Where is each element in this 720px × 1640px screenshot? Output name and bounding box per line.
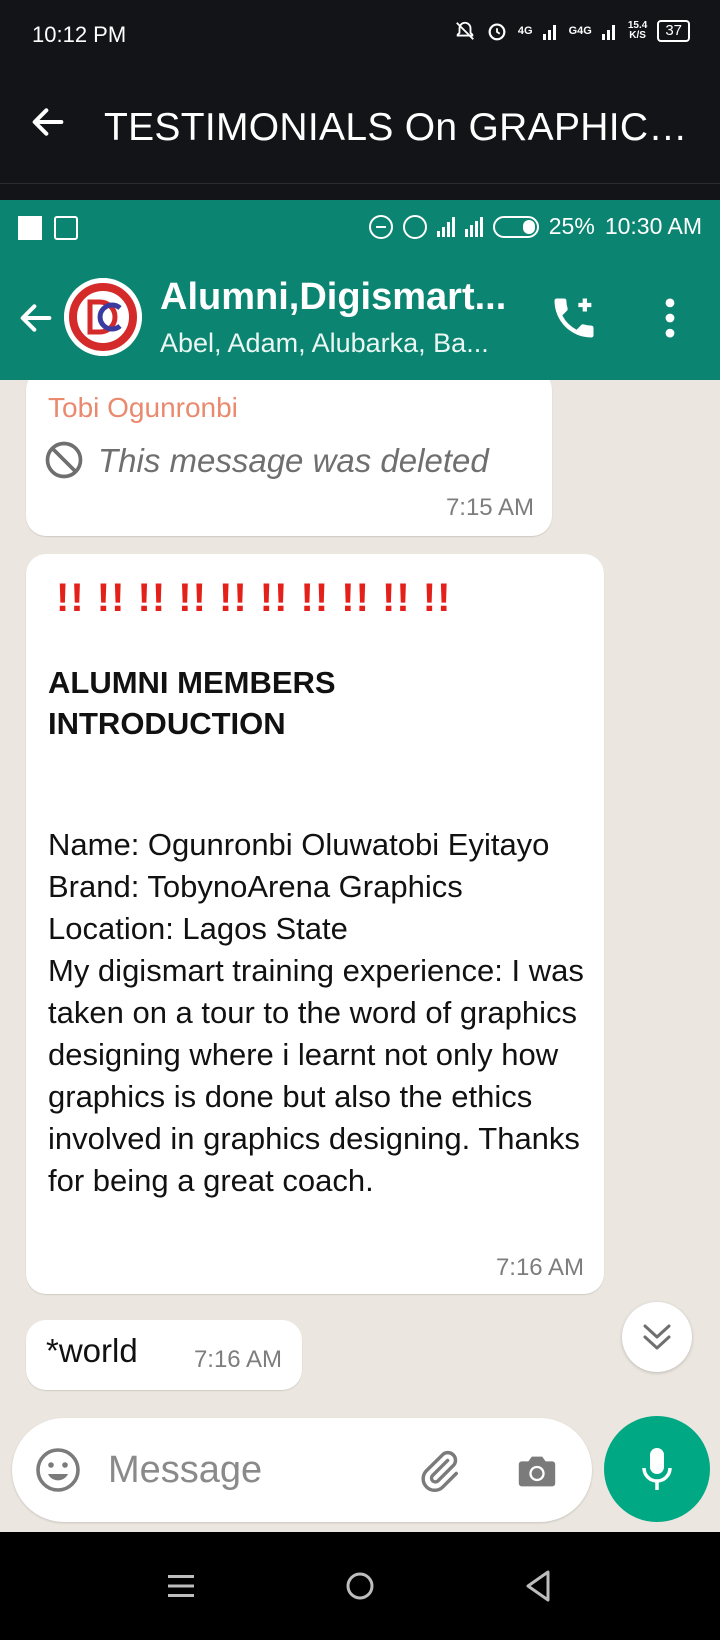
more-vert-icon[interactable] (652, 296, 688, 340)
camera-icon[interactable] (512, 1448, 562, 1494)
back-triangle-icon[interactable] (522, 1568, 554, 1604)
mic-icon (642, 1448, 672, 1490)
alarm-icon (402, 214, 427, 239)
outer-status-bar: 10:12 PM 4G G4G 15.4 K/S 37 (0, 0, 720, 72)
dc-logo-icon (64, 278, 142, 356)
battery-icon (492, 215, 539, 238)
add-call-icon[interactable] (548, 292, 600, 344)
screenshot-status-bar: 25% 10:30 AM (0, 200, 720, 256)
message-text: *world (46, 1332, 138, 1369)
message-line: Name: Ogunronbi Oluwatobi Eyitayo (48, 827, 550, 862)
status-time-inner: 10:30 AM (604, 213, 702, 239)
network-type-1: 4G (517, 24, 533, 37)
recent-apps-icon[interactable] (166, 1572, 196, 1600)
arrow-left-icon[interactable] (16, 298, 56, 338)
sender-name: Tobi Ogunronbi (48, 392, 238, 423)
arrow-left-icon[interactable] (28, 102, 68, 142)
alarm-icon (488, 23, 506, 41)
mute-notification-icon (456, 21, 474, 40)
message-input[interactable] (108, 1446, 388, 1494)
message-line: Brand: TobynoArena Graphics (48, 869, 463, 904)
message-bubble-deleted[interactable]: Tobi Ogunronbi This message was deleted … (26, 380, 552, 536)
group-members[interactable]: Abel, Adam, Alubarka, Ba... (160, 328, 520, 359)
signal-icon (436, 216, 455, 237)
system-nav-bar (0, 1532, 720, 1640)
deleted-message-text: This message was deleted (98, 442, 489, 479)
status-icons: 4G G4G 15.4 K/S 37 (454, 20, 690, 42)
divider (0, 184, 720, 200)
message-bubble-introduction[interactable]: !! !! !! !! !! !! !! !! !! !! ALUMNI MEM… (26, 554, 604, 1294)
signal-icon-2 (601, 25, 615, 40)
outer-app-bar: TESTIMONIALS On GRAPHICS DESIGN (0, 72, 720, 184)
status-time: 10:12 PM (32, 22, 127, 47)
message-composer (12, 1418, 592, 1522)
chat-header: Alumni,Digismart... Abel, Adam, Alubarka… (0, 256, 720, 380)
signal-icon-2 (464, 216, 483, 237)
page-title: TESTIMONIALS On GRAPHICS DESIGN (104, 106, 704, 149)
emoji-icon[interactable] (34, 1446, 82, 1494)
image-notification-icon (54, 216, 78, 240)
double-chevron-down-icon (643, 1324, 671, 1350)
group-avatar[interactable] (64, 278, 142, 356)
net-speed: 15.4 K/S (627, 20, 648, 41)
notification-square-icon (18, 216, 42, 240)
chat-area[interactable]: Tobi Ogunronbi This message was deleted … (0, 380, 720, 1532)
paperclip-icon[interactable] (414, 1448, 464, 1494)
message-time: 7:15 AM (445, 494, 534, 521)
scroll-to-bottom-button[interactable] (622, 1302, 692, 1372)
network-type-2: G4G (568, 24, 592, 37)
block-icon (45, 441, 83, 479)
battery-percent: 25% (548, 213, 595, 239)
signal-icon (542, 25, 556, 40)
battery-indicator: 37 (657, 20, 690, 42)
group-name[interactable]: Alumni,Digismart... (160, 276, 520, 319)
message-time: 7:16 AM (193, 1346, 282, 1373)
message-heading: ALUMNI MEMBERS INTRODUCTION (48, 665, 336, 741)
message-line: My digismart training experience: I was … (48, 953, 584, 1198)
mic-button[interactable] (604, 1416, 710, 1522)
message-body: Name: Ogunronbi Oluwatobi Eyitayo Brand:… (48, 824, 588, 1202)
message-line: Location: Lagos State (48, 911, 348, 946)
message-time: 7:16 AM (495, 1254, 584, 1281)
home-icon[interactable] (344, 1570, 376, 1602)
dnd-icon (368, 214, 393, 239)
message-bubble-correction[interactable]: *world 7:16 AM (26, 1320, 302, 1390)
exclamation-marks: !! !! !! !! !! !! !! !! !! !! (56, 576, 452, 620)
